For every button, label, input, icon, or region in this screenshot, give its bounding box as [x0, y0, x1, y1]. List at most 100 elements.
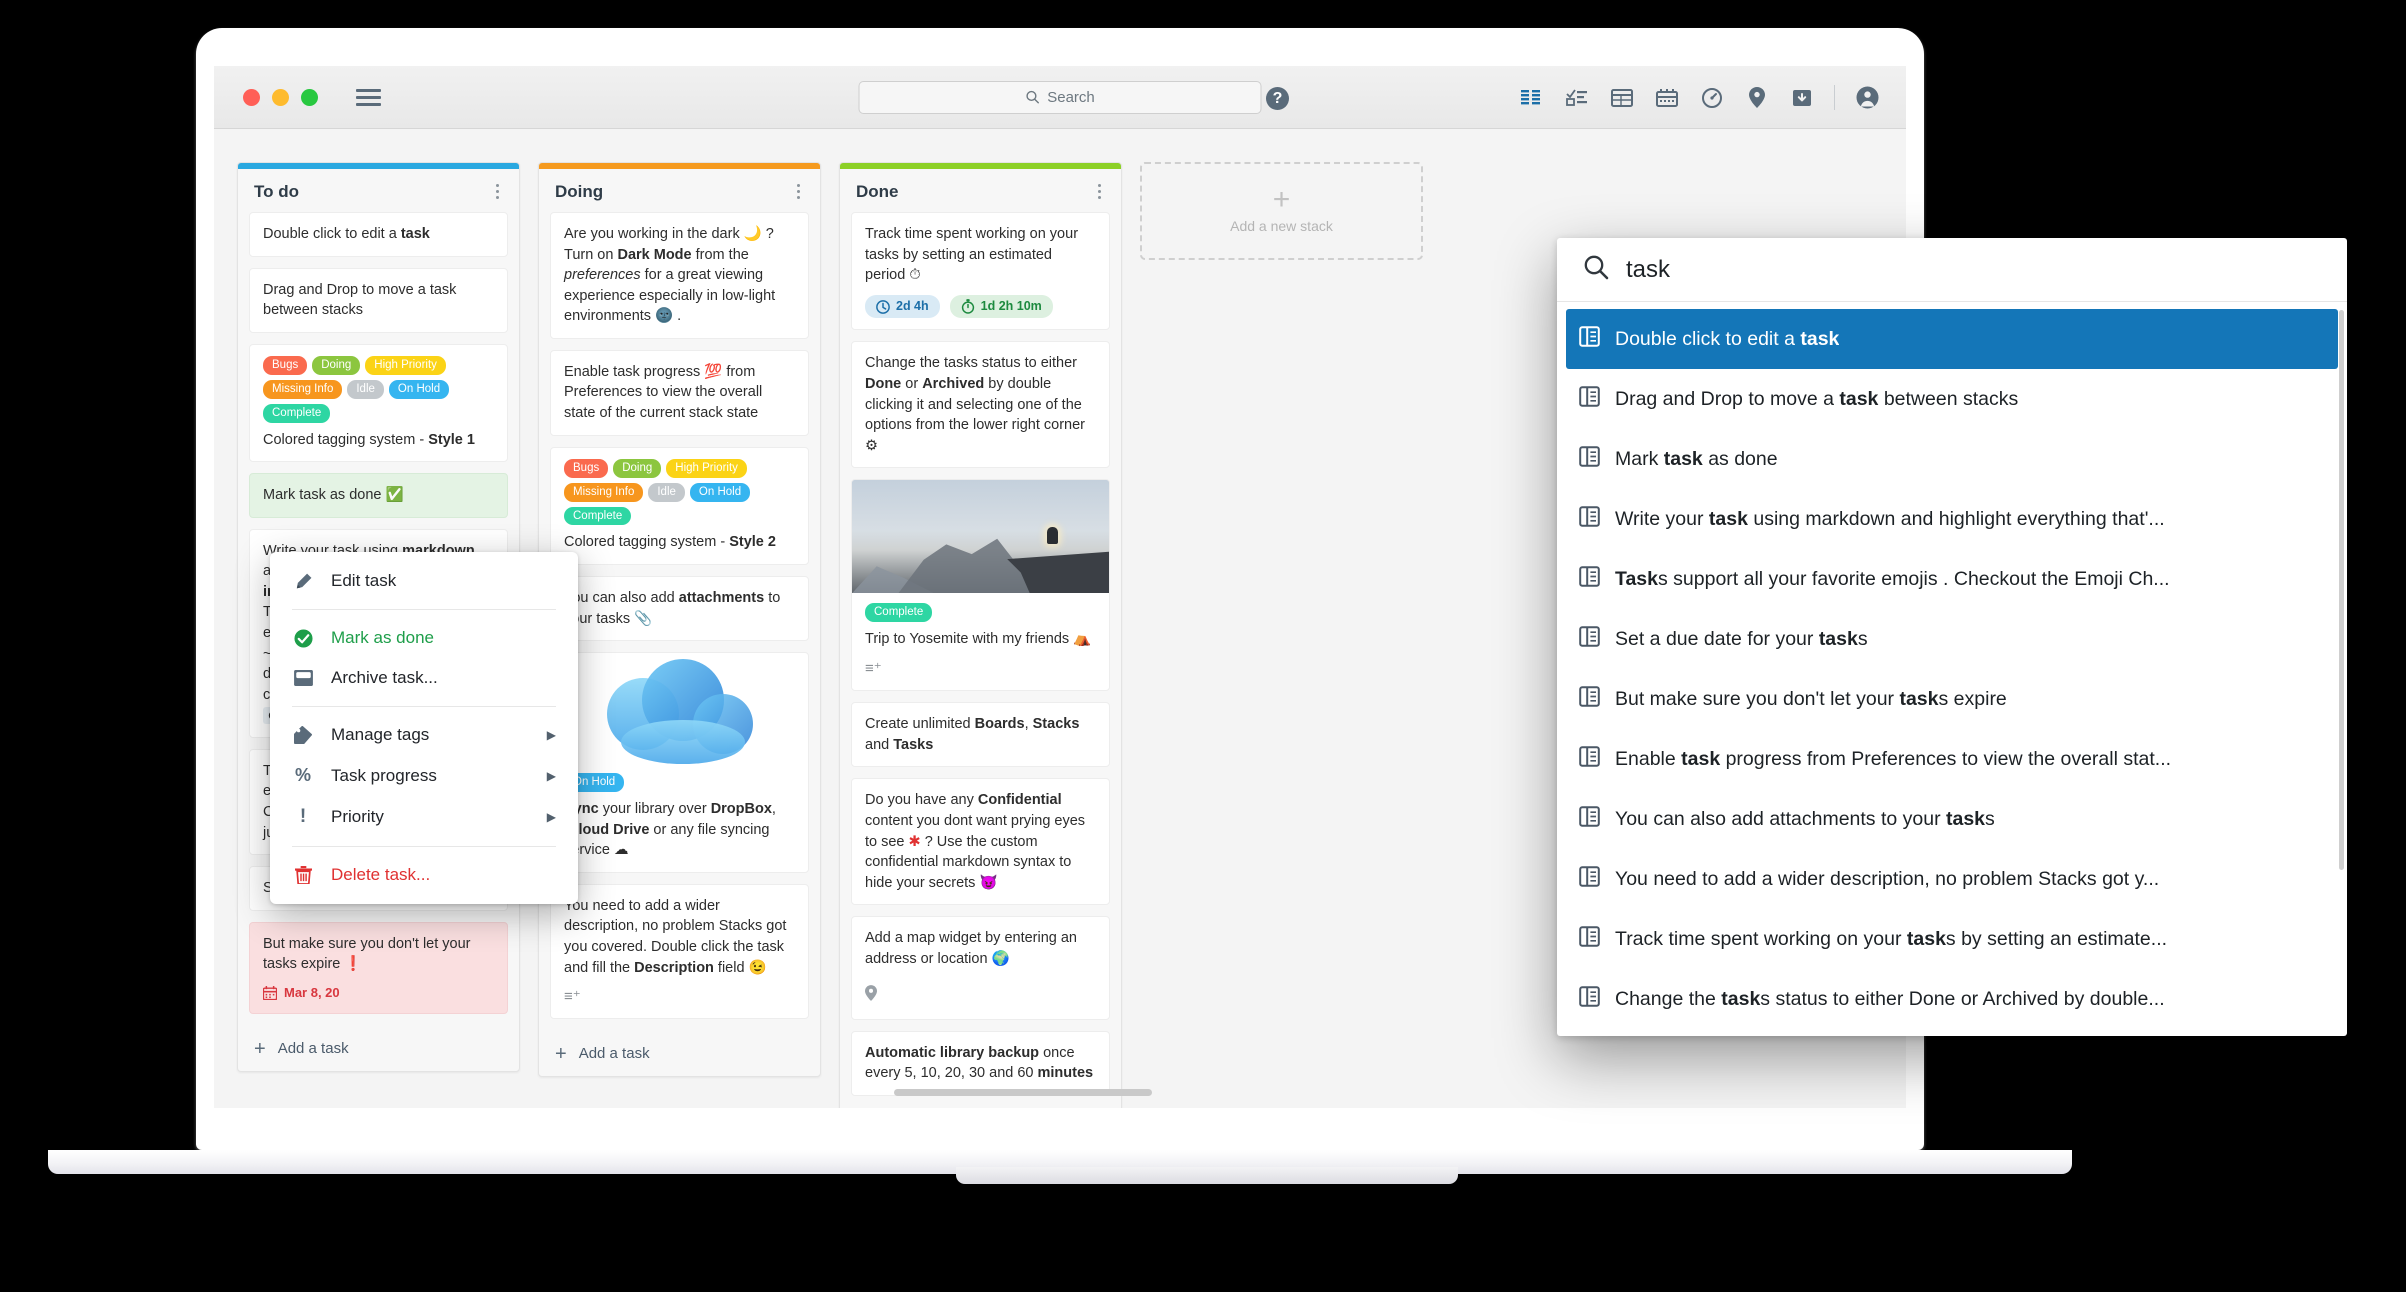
- search-result-list: Double click to edit a task Drag and Drop…: [1557, 302, 2347, 1036]
- task-card-icon: [1579, 385, 1600, 413]
- task-card[interactable]: Are you working in the dark 🌙 ? Turn on …: [550, 212, 809, 339]
- task-card-icon: [1579, 685, 1600, 713]
- tracked-time-label: 1d 2h 10m: [980, 298, 1042, 313]
- description-indicator-icon: ≡⁺: [564, 988, 581, 1006]
- tag-chip: Complete: [865, 603, 933, 623]
- card-tags: On Hold: [564, 773, 795, 793]
- search-result-label: Track time spent working on your tasks b…: [1615, 927, 2168, 950]
- menu-item-delete-task[interactable]: Delete task...: [270, 855, 578, 895]
- task-card[interactable]: Do you have any Confidential content you…: [851, 778, 1110, 906]
- due-date-badge: Mar 8, 20: [263, 984, 494, 1002]
- search-result-row[interactable]: Mark task as done: [1566, 429, 2338, 489]
- task-card[interactable]: Enable task progress 💯 from Preferences …: [550, 349, 809, 436]
- menu-item-priority[interactable]: ! Priority ▶: [270, 796, 578, 838]
- tag-chip: On Hold: [689, 482, 751, 502]
- task-card[interactable]: Mark task as done ✅: [249, 473, 508, 518]
- clock-icon: [876, 299, 890, 314]
- menu-item-label: Manage tags: [331, 725, 430, 744]
- window-traffic-lights[interactable]: [243, 88, 318, 106]
- search-result-row[interactable]: Set a due date for your tasks: [1566, 609, 2338, 669]
- add-task-button[interactable]: + Add a task: [539, 1036, 820, 1076]
- add-new-stack-button[interactable]: + Add a new stack: [1140, 162, 1423, 260]
- search-result-row[interactable]: But make sure you don't let your tasks e…: [1566, 669, 2338, 729]
- search-query-input[interactable]: task: [1557, 238, 2347, 302]
- archive-icon[interactable]: [1789, 85, 1815, 111]
- map-pin-indicator-icon: [865, 977, 1096, 1007]
- menu-item-task-progress[interactable]: % Task progress ▶: [270, 755, 578, 796]
- task-card[interactable]: Complete Trip to Yosemite with my friend…: [851, 479, 1110, 692]
- trash-icon: [292, 866, 314, 884]
- task-card[interactable]: Bugs Doing High Priority Missing Info Idle On…: [249, 343, 508, 463]
- search-icon: [1583, 254, 1609, 286]
- stack-menu-icon[interactable]: [791, 181, 806, 202]
- search-input[interactable]: Search: [858, 80, 1262, 114]
- task-card[interactable]: Add a map widget by entering an address …: [851, 916, 1110, 1020]
- task-card[interactable]: Double click to edit a task: [249, 212, 508, 257]
- search-result-row[interactable]: Drag and Drop to move a task between sta…: [1566, 369, 2338, 429]
- search-result-row[interactable]: Double click to edit a task: [1566, 309, 2338, 369]
- due-date-label: Mar 8, 20: [284, 984, 340, 1000]
- task-card[interactable]: Create unlimited Boards, Stacks and Task…: [851, 702, 1110, 768]
- menu-item-label: Priority: [331, 807, 384, 826]
- search-placeholder-text: Search: [1047, 88, 1095, 106]
- task-card[interactable]: Automatic library backup once every 5, 1…: [851, 1030, 1110, 1096]
- add-task-button[interactable]: + Add a task: [238, 1031, 519, 1071]
- task-card[interactable]: Drag and Drop to move a task between sta…: [249, 267, 508, 333]
- card-tags: Bugs Doing High Priority Missing Info Idle On…: [263, 355, 494, 423]
- checklist-view-icon[interactable]: [1564, 85, 1590, 111]
- chevron-right-icon: ▶: [546, 728, 556, 742]
- minimize-window-button[interactable]: [272, 88, 289, 106]
- task-card[interactable]: You can also add attachments to your tas…: [550, 576, 809, 642]
- tracked-time-chip: 1d 2h 10m: [949, 294, 1053, 319]
- search-result-label: Write your task using markdown and highl…: [1615, 507, 2165, 530]
- menu-item-archive-task[interactable]: Archive task...: [270, 658, 578, 698]
- task-card[interactable]: Bugs Doing High Priority Missing Info Idle On…: [550, 446, 809, 566]
- hamburger-icon[interactable]: [356, 88, 381, 106]
- table-view-icon[interactable]: [1609, 85, 1635, 111]
- add-task-label: Add a task: [578, 1045, 650, 1063]
- search-result-row[interactable]: You need to add a wider description, no …: [1566, 849, 2338, 909]
- task-card[interactable]: Track time spent working on your tasks b…: [851, 212, 1110, 331]
- stack-menu-icon[interactable]: [1092, 181, 1107, 202]
- menu-item-edit-task[interactable]: Edit task: [270, 561, 578, 601]
- help-button[interactable]: ?: [1266, 87, 1289, 110]
- menu-item-label: Task progress: [331, 765, 437, 785]
- task-card-icon: [1579, 325, 1600, 353]
- task-card-icon: [1579, 625, 1600, 653]
- search-result-row[interactable]: Change the tasks status to either Done o…: [1566, 969, 2338, 1029]
- menu-item-mark-as-done[interactable]: Mark as done: [270, 618, 578, 658]
- task-card[interactable]: But make sure you don't let your tasks e…: [249, 921, 508, 1015]
- task-card[interactable]: On Hold Sync your library over DropBox, …: [550, 652, 809, 873]
- list-view-icon[interactable]: [1519, 85, 1545, 111]
- maximize-window-button[interactable]: [301, 88, 318, 106]
- time-chips: 2d 4h 1d 2h 10m: [865, 294, 1096, 319]
- tag-chip: Idle: [648, 482, 685, 502]
- search-result-row[interactable]: Enable task progress from Preferences to…: [1566, 729, 2338, 789]
- search-result-row[interactable]: Tasks support all your favorite emojis .…: [1566, 549, 2338, 609]
- search-result-label: Double click to edit a task: [1615, 327, 1840, 350]
- stack-header: Doing: [539, 169, 820, 212]
- archive-box-icon: [292, 670, 314, 686]
- search-result-row[interactable]: Write your task using markdown and highl…: [1566, 489, 2338, 549]
- search-result-row[interactable]: You can also add attachments to your tas…: [1566, 789, 2338, 849]
- task-card[interactable]: You need to add a wider description, no …: [550, 883, 809, 1020]
- search-result-label: Mark task as done: [1615, 447, 1778, 470]
- search-results-scrollbar[interactable]: [2339, 310, 2344, 870]
- dashboard-icon[interactable]: [1699, 85, 1725, 111]
- stopwatch-icon: [961, 299, 974, 314]
- plus-icon: +: [555, 1042, 567, 1065]
- task-card[interactable]: Change the tasks status to either Done o…: [851, 341, 1110, 469]
- stack-menu-icon[interactable]: [490, 181, 505, 202]
- horizontal-scrollbar[interactable]: [894, 1089, 1152, 1096]
- search-result-row[interactable]: Track time spent working on your tasks b…: [1566, 909, 2338, 969]
- map-pin-icon[interactable]: [1744, 85, 1770, 111]
- laptop-foot: [956, 1167, 1458, 1184]
- close-window-button[interactable]: [243, 88, 260, 106]
- calendar-icon: [263, 986, 277, 1001]
- calendar-view-icon[interactable]: [1654, 85, 1680, 111]
- add-task-label: Add a task: [277, 1040, 349, 1058]
- chevron-right-icon: ▶: [546, 768, 556, 783]
- menu-item-manage-tags[interactable]: Manage tags ▶: [270, 715, 578, 755]
- task-card-icon: [1579, 745, 1600, 773]
- account-avatar-icon[interactable]: [1854, 85, 1880, 111]
